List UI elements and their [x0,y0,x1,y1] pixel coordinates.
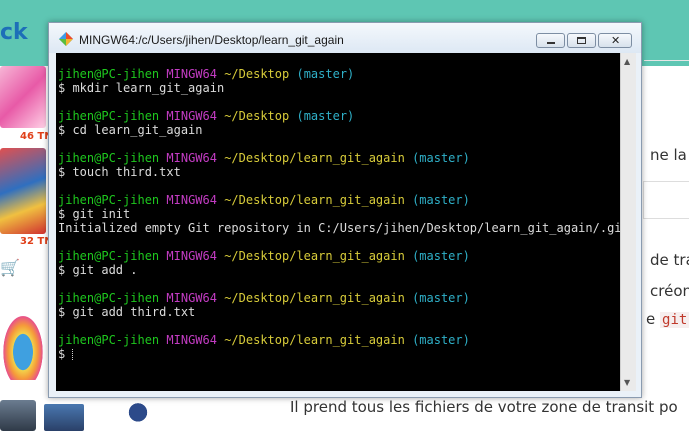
prompt-user: jihen@PC-jihen [58,249,160,263]
terminal-line-text: $ touch third.txt [58,165,181,179]
site-brand-fragment[interactable]: ck [0,20,28,45]
window-titlebar[interactable]: MINGW64:/c/Users/jihen/Desktop/learn_git… [49,23,641,53]
article-box [643,181,689,219]
prompt-branch: (master) [296,109,355,123]
close-button[interactable]: ✕ [598,33,632,48]
maximize-icon [577,37,586,44]
terminal-command-line: $ git init [58,207,130,221]
prompt-host: MINGW64 [166,333,217,347]
terminal-cursor [72,349,74,360]
terminal-prompt-line: jihen@PC-jihen MINGW64 ~/Desktop/learn_g… [58,151,470,165]
terminal-prompt-line: jihen@PC-jihen MINGW64 ~/Desktop (master… [58,109,354,123]
prompt-host: MINGW64 [166,249,217,263]
terminal-command-line: $ [58,347,74,361]
terminal-prompt-line: jihen@PC-jihen MINGW64 ~/Desktop/learn_g… [58,333,470,347]
prompt-path: ~/Desktop/learn_git_again [224,151,405,165]
article-text-fragment: créon [650,282,689,300]
minimize-icon [547,42,555,44]
terminal-line-text: $ git init [58,207,131,221]
terminal-command-line: $ cd learn_git_again [58,123,203,137]
terminal-prompt-line: jihen@PC-jihen MINGW64 ~/Desktop/learn_g… [58,291,470,305]
git-bash-icon [59,32,73,46]
prompt-path: ~/Desktop/learn_git_again [224,193,405,207]
terminal-command-line: $ touch third.txt [58,165,181,179]
prompt-user: jihen@PC-jihen [58,333,160,347]
article-text-fragment: ne la co [650,146,689,164]
minimize-button[interactable] [536,33,565,48]
prompt-branch: (master) [412,193,470,207]
inline-code: git [660,312,689,328]
header-divider [644,60,689,61]
terminal-line-text: Initialized empty Git repository in C:/U… [58,221,620,235]
prompt-host: MINGW64 [166,109,217,123]
prompt-host: MINGW64 [166,291,217,305]
terminal-line-text: $ mkdir learn_git_again [58,81,225,95]
prompt-branch: (master) [412,151,470,165]
article-text-fragment: e [646,310,656,328]
product-thumbnail-doll[interactable] [0,66,46,128]
vertical-scrollbar[interactable]: ▲ ▼ [620,53,636,391]
prompt-path: ~/Desktop/learn_git_again [224,333,405,347]
terminal-line-text: $ [58,347,73,361]
terminal-line-text: $ cd learn_git_again [58,123,203,137]
terminal-output[interactable]: jihen@PC-jihen MINGW64 ~/Desktop (master… [56,53,620,391]
prompt-host: MINGW64 [166,151,217,165]
product-thumbnail-toolkit[interactable] [0,400,36,431]
terminal-command-line: $ mkdir learn_git_again [58,81,224,95]
prompt-user: jihen@PC-jihen [58,109,160,123]
terminal-prompt-line: jihen@PC-jihen MINGW64 ~/Desktop (master… [58,67,354,81]
mingw64-terminal-window[interactable]: MINGW64:/c/Users/jihen/Desktop/learn_git… [48,22,642,398]
prompt-branch: (master) [296,67,355,81]
terminal-output-line: Initialized empty Git repository in C:/U… [58,221,620,235]
article-text-fragment: e git [646,310,689,328]
article-paragraph: Il prend tous les fichiers de votre zone… [290,398,678,416]
prompt-path: ~/Desktop/learn_git_again [224,291,405,305]
prompt-branch: (master) [412,333,470,347]
terminal-line-text: $ git add . [58,263,138,277]
product-thumbnail-toybox[interactable] [44,404,84,431]
prompt-user: jihen@PC-jihen [58,291,160,305]
terminal-line-text: $ git add third.txt [58,305,196,319]
window-title: MINGW64:/c/Users/jihen/Desktop/learn_git… [79,33,344,47]
product-thumbnail-pool[interactable] [0,310,46,380]
prompt-user: jihen@PC-jihen [58,151,160,165]
article-text-fragment: de tra [650,251,689,269]
terminal-prompt-line: jihen@PC-jihen MINGW64 ~/Desktop/learn_g… [58,249,470,263]
prompt-user: jihen@PC-jihen [58,193,160,207]
prompt-branch: (master) [412,249,470,263]
maximize-button[interactable] [567,33,596,48]
prompt-path: ~/Desktop/learn_git_again [224,249,405,263]
prompt-path: ~/Desktop [224,109,290,123]
prompt-host: MINGW64 [166,67,217,81]
close-icon: ✕ [611,34,621,47]
terminal-command-line: $ git add . [58,263,137,277]
scroll-up-arrow-icon[interactable]: ▲ [624,57,630,66]
prompt-host: MINGW64 [166,193,217,207]
prompt-branch: (master) [412,291,470,305]
prompt-user: jihen@PC-jihen [58,67,160,81]
prompt-path: ~/Desktop [224,67,290,81]
product-thumbnail-toy-car[interactable] [0,148,46,234]
product-thumbnail-figure[interactable] [120,400,156,431]
terminal-command-line: $ git add third.txt [58,305,195,319]
terminal-prompt-line: jihen@PC-jihen MINGW64 ~/Desktop/learn_g… [58,193,470,207]
add-to-cart-icon[interactable]: 🛒 [0,258,20,277]
scroll-down-arrow-icon[interactable]: ▼ [624,378,630,387]
